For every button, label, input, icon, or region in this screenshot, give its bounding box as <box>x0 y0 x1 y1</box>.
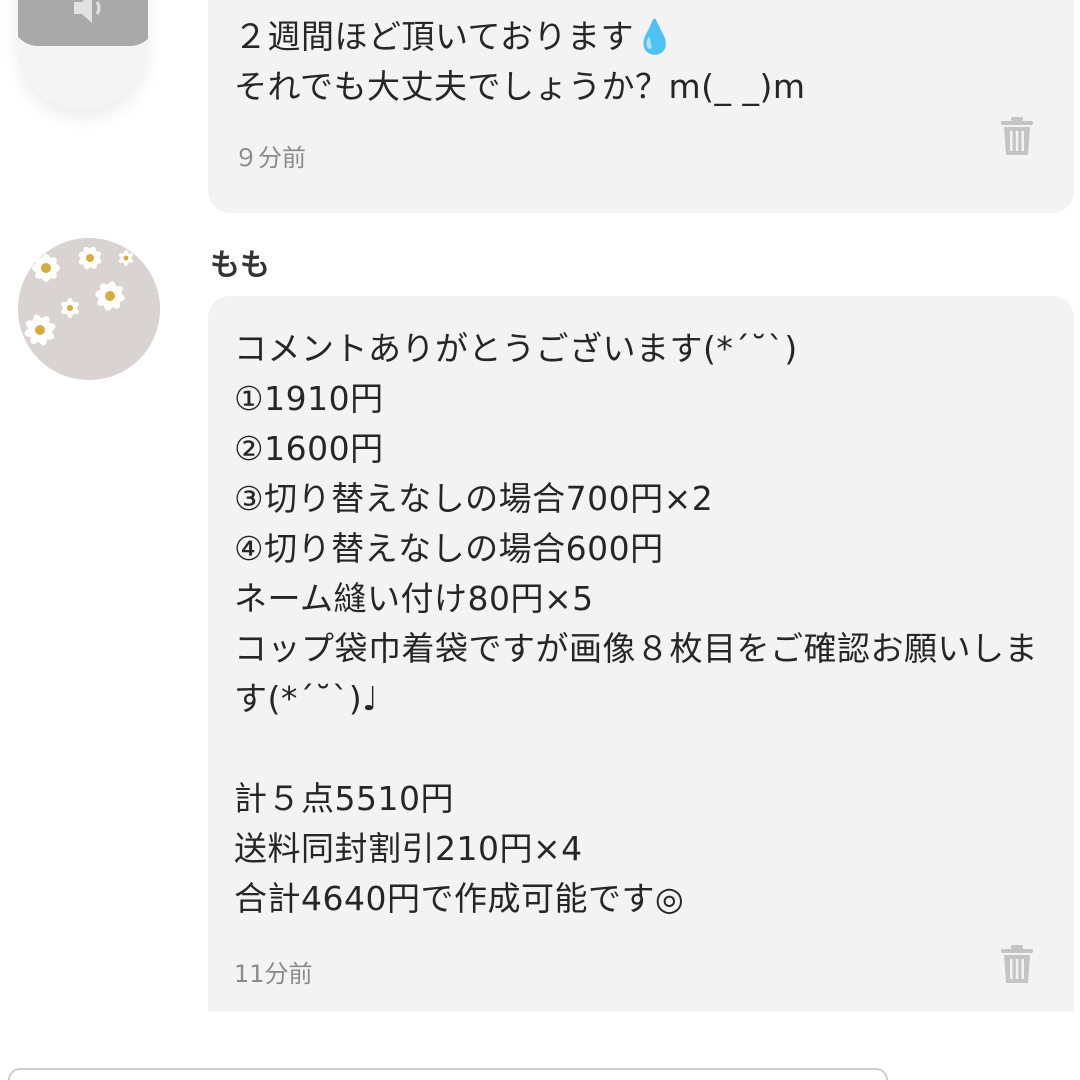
message-bubble: コメントありがとうございます(*´˘`) ①1910円 ②1600円 ③切り替え… <box>208 296 1074 1012</box>
message-timestamp: ９分前 <box>234 144 306 172</box>
message-bubble: ２週間ほど頂いております💧 それでも大丈夫でしょうか？m(_ _)m ９分前 <box>208 0 1074 213</box>
user-avatar[interactable] <box>18 0 148 110</box>
username[interactable]: もも <box>210 240 270 284</box>
trash-icon[interactable] <box>1000 116 1034 156</box>
daisy-avatar[interactable] <box>18 238 160 380</box>
message-timestamp: 11分前 <box>234 960 313 988</box>
trash-icon[interactable] <box>1000 944 1034 984</box>
daisy-image <box>18 238 160 380</box>
message-text: コメントありがとうございます(*´˘`) ①1910円 ②1600円 ③切り替え… <box>234 329 1038 918</box>
message-text: ２週間ほど頂いております💧 それでも大丈夫でしょうか？m(_ _)m <box>234 17 806 106</box>
comment-input[interactable] <box>8 1068 888 1080</box>
speaker-icon <box>74 0 101 23</box>
chat-screen: ２週間ほど頂いております💧 それでも大丈夫でしょうか？m(_ _)m ９分前 も… <box>0 0 1080 1080</box>
